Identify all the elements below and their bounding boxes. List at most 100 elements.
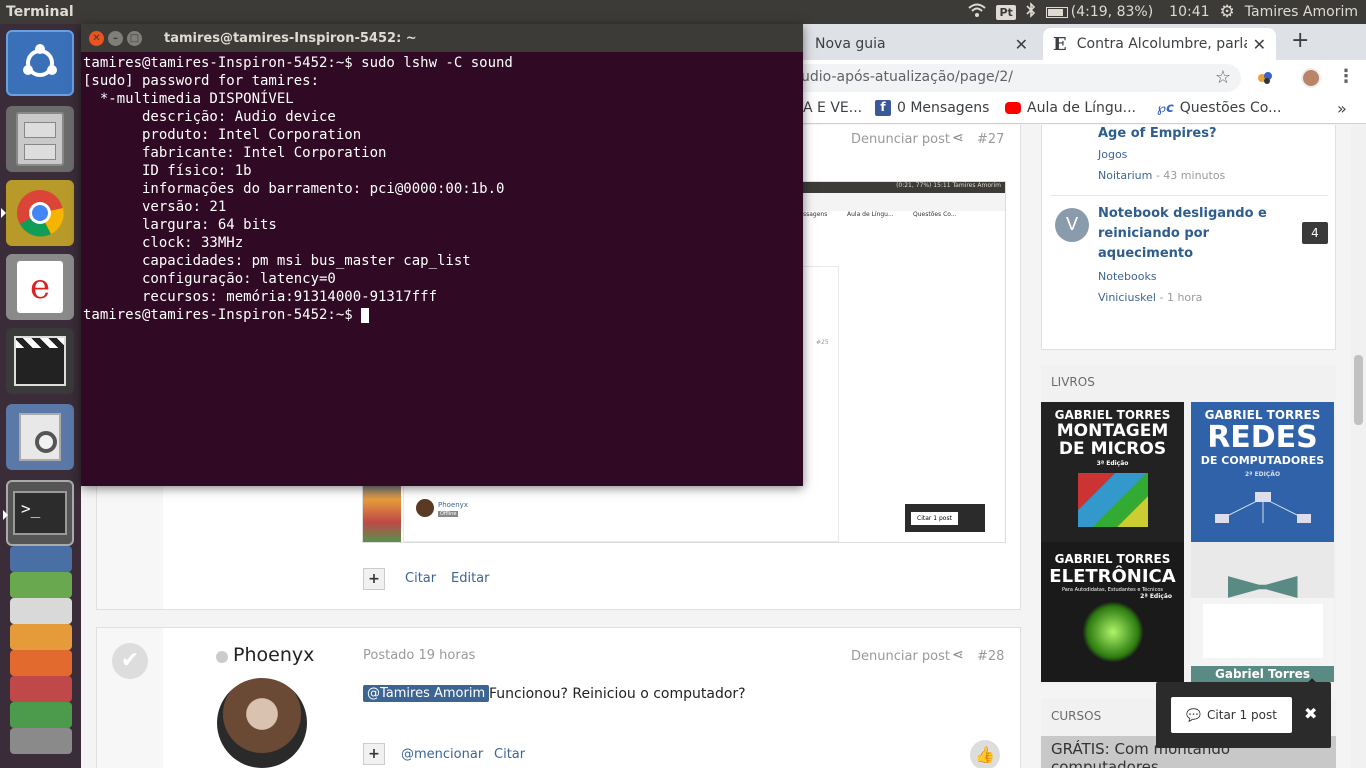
mention-tag[interactable]: @Tamires Amorim <box>363 685 490 702</box>
like-thumb-icon[interactable]: 👍 <box>970 740 1000 768</box>
bookmark-label: Aula de Língu... <box>1027 100 1136 116</box>
launcher-stacked-icon[interactable] <box>10 624 72 650</box>
terminal-line: capacidades: pm msi bus_master cap_list <box>83 253 471 269</box>
post-number[interactable]: #28 <box>977 649 1004 664</box>
author-name[interactable]: Phoenyx <box>233 644 314 666</box>
bookmark-item[interactable]: Aula de Língu... <box>1005 100 1136 116</box>
terminal-line: largura: 64 bits <box>83 217 277 233</box>
launcher-stacked-icon[interactable] <box>10 546 72 572</box>
book-subtitle: DE COMPUTADORES <box>1200 454 1325 467</box>
terminal-line: recursos: memória:91314000-91317fff <box>83 289 438 305</box>
book-title: REDES <box>1207 420 1318 455</box>
launcher-stacked-icon[interactable] <box>10 676 72 702</box>
bookmark-item[interactable]: f 0 Mensagens <box>875 100 989 116</box>
share-icon[interactable]: ⋖ <box>952 647 964 663</box>
new-tab-button[interactable]: + <box>1291 28 1309 53</box>
image-viewer-icon[interactable] <box>6 404 74 470</box>
close-popup-icon[interactable]: ✖ <box>1304 704 1317 723</box>
book-montagem-de-micros[interactable]: GABRIEL TORRES MONTAGEM DE MICROS 3ª Edi… <box>1041 402 1184 542</box>
mention-link[interactable]: @mencionar <box>401 747 483 762</box>
video-editor-icon[interactable] <box>6 328 74 394</box>
activity-item[interactable]: Age of Empires? Jogos Noitarium - 43 min… <box>1098 125 1328 182</box>
activity-avatar[interactable]: V <box>1055 208 1089 242</box>
book-subtitle: DE MICROS <box>1058 439 1167 459</box>
terminal-output[interactable]: tamires@tamires-Inspiron-5452:~$ sudo ls… <box>81 52 803 324</box>
tab-contra-alcolumbre[interactable]: E Contra Alcolumbre, parla ✕ <box>1043 28 1276 60</box>
terminal-line: tamires@tamires-Inspiron-5452:~$ sudo ls… <box>83 55 513 71</box>
report-post-link[interactable]: Denunciar post <box>851 132 950 147</box>
book-gabriel-torres[interactable]: Gabriel Torres <box>1191 542 1334 682</box>
launcher-stacked-icon[interactable] <box>10 702 72 728</box>
activity-time: - 43 minutos <box>1152 169 1226 182</box>
book-redes-de-computadores[interactable]: GABRIEL TORRES REDES DE COMPUTADORES 2ª … <box>1191 402 1334 542</box>
ubuntu-dash-icon[interactable] <box>6 30 74 96</box>
book-title: ELETRÔNICA <box>1049 566 1176 587</box>
close-tab-icon[interactable]: ✕ <box>1015 35 1028 54</box>
add-multiquote-button[interactable]: + <box>363 743 385 765</box>
report-post-link[interactable]: Denunciar post <box>851 649 950 664</box>
activity-category[interactable]: Notebooks <box>1098 270 1278 283</box>
unity-launcher: e >_ <box>0 24 81 768</box>
activity-category[interactable]: Jogos <box>1098 148 1328 161</box>
activity-title[interactable]: Age of Empires? <box>1098 125 1328 144</box>
edit-link[interactable]: Editar <box>451 571 490 586</box>
launcher-stacked-icon[interactable] <box>10 572 72 598</box>
launcher-stacked-icon[interactable] <box>10 598 72 624</box>
launcher-stacked-icon[interactable] <box>10 650 72 676</box>
share-icon[interactable]: ⋖ <box>952 130 964 146</box>
embedded-quote-popup: Citar 1 post <box>905 504 985 532</box>
session-gear-icon[interactable]: ⚙ <box>1220 2 1235 22</box>
quote-posts-button[interactable]: 💬 Citar 1 post <box>1171 697 1292 733</box>
terminal-titlebar[interactable]: ✕ – □ tamires@tamires-Inspiron-5452: ~ <box>81 24 803 52</box>
activity-user[interactable]: Noitarium <box>1098 169 1152 182</box>
profile-avatar[interactable] <box>1301 68 1321 88</box>
close-window-icon[interactable]: ✕ <box>89 30 104 46</box>
post-body: Funcionou? Reiniciou o computador? <box>489 686 746 702</box>
maximize-window-icon[interactable]: □ <box>127 30 142 46</box>
file-cabinet-icon[interactable] <box>6 106 74 172</box>
keyboard-layout-indicator[interactable]: Pt <box>996 4 1016 20</box>
tab-nova-guia[interactable]: Nova guia ✕ <box>803 28 1038 60</box>
bookmark-star-icon[interactable]: ☆ <box>1215 67 1231 88</box>
author-avatar[interactable] <box>217 678 307 768</box>
bookmark-item[interactable]: ℘c Questões Co... <box>1157 100 1281 116</box>
terminal-window[interactable]: ✕ – □ tamires@tamires-Inspiron-5452: ~ t… <box>81 24 803 486</box>
battery-indicator[interactable]: (4:19, 83%) <box>1045 4 1153 20</box>
book-edition: 2ª EDIÇÃO <box>1244 471 1281 478</box>
close-tab-icon[interactable]: ✕ <box>1253 35 1266 54</box>
bookmarks-overflow[interactable]: » <box>1337 99 1347 118</box>
wifi-icon[interactable] <box>968 3 987 21</box>
activity-item[interactable]: Notebook desligando e reiniciando por aq… <box>1098 204 1278 304</box>
launcher-stacked-icon[interactable] <box>10 728 72 754</box>
menu-kebab-icon[interactable]: ⋮ <box>1337 66 1355 87</box>
terminal-line: clock: 33MHz <box>83 235 244 251</box>
post-number[interactable]: #27 <box>977 132 1004 147</box>
chrome-icon[interactable] <box>1 180 74 246</box>
bookmark-item[interactable]: A E VE... <box>803 100 862 116</box>
bluetooth-icon[interactable] <box>1026 2 1036 22</box>
terminal-icon[interactable]: >_ <box>3 480 74 546</box>
clock[interactable]: 10:41 <box>1169 4 1209 20</box>
cite-link[interactable]: Citar <box>494 747 525 762</box>
indicator-area: Pt (4:19, 83%) 10:41 ⚙ Tamires Amorim <box>968 2 1366 22</box>
scrollbar-thumb[interactable] <box>1354 355 1363 425</box>
embedded-author: Phoenyx <box>438 501 468 509</box>
url-text: udio-após-atualização/page/2/ <box>801 69 1013 85</box>
forum-post-28: ✔ Phoenyx Postado 19 horas Denunciar pos… <box>96 627 1021 768</box>
activity-user[interactable]: Viniciuskel <box>1098 291 1156 304</box>
text-editor-icon[interactable]: e <box>6 254 74 320</box>
page-scrollbar[interactable] <box>1351 125 1366 768</box>
book-cover-art <box>1077 473 1148 527</box>
solution-check-icon[interactable]: ✔ <box>112 643 148 679</box>
terminal-line: fabricante: Intel Corporation <box>83 145 387 161</box>
widget-title: LIVROS <box>1041 365 1336 399</box>
cite-link[interactable]: Citar <box>405 571 436 586</box>
book-eletronica[interactable]: GABRIEL TORRES ELETRÔNICA Para Autodidat… <box>1041 542 1184 682</box>
activity-title[interactable]: Notebook desligando e reiniciando por aq… <box>1098 204 1278 264</box>
user-name[interactable]: Tamires Amorim <box>1245 4 1358 20</box>
add-multiquote-button[interactable]: + <box>363 568 385 590</box>
offline-status-dot <box>216 651 228 663</box>
minimize-window-icon[interactable]: – <box>108 30 123 46</box>
address-bar[interactable]: udio-após-atualização/page/2/ ☆ <box>781 64 1241 92</box>
extension-icon[interactable] <box>1257 70 1273 86</box>
